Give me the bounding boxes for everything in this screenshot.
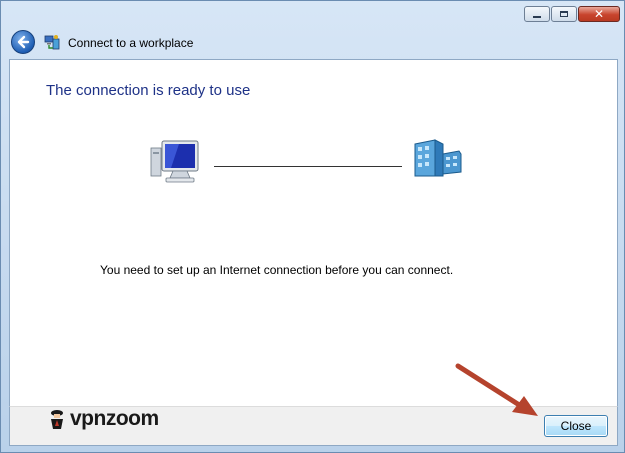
- caption-buttons: ✕: [524, 6, 620, 24]
- content-area: The connection is ready to use You need …: [9, 59, 618, 406]
- status-message: You need to set up an Internet connectio…: [100, 263, 454, 277]
- close-window-button[interactable]: ✕: [578, 6, 620, 22]
- vpnzoom-logo: vpnzoom: [48, 407, 159, 431]
- network-workplace-icon: [44, 35, 60, 50]
- maximize-icon: [560, 11, 568, 17]
- close-button[interactable]: Close: [544, 415, 608, 437]
- page-heading: The connection is ready to use: [46, 82, 251, 99]
- workplace-network-icon: [414, 139, 462, 177]
- computer-icon: [150, 140, 199, 183]
- connection-line: [214, 166, 402, 167]
- minimize-icon: [533, 16, 541, 18]
- wizard-footer: vpnzoom Close: [9, 406, 618, 446]
- wizard-nav: Connect to a workplace: [1, 29, 624, 59]
- maximize-button[interactable]: [551, 6, 577, 22]
- back-button[interactable]: [11, 30, 35, 54]
- title-bar[interactable]: ✕: [1, 1, 624, 29]
- wizard-title: Connect to a workplace: [68, 36, 194, 50]
- minimize-button[interactable]: [524, 6, 550, 22]
- mascot-icon: [51, 410, 63, 429]
- brand-name: vpnzoom: [70, 407, 159, 430]
- wizard-window: ✕ Connect to a workplace The connection …: [0, 0, 625, 453]
- close-icon: ✕: [593, 7, 605, 21]
- back-arrow-icon: [17, 35, 30, 49]
